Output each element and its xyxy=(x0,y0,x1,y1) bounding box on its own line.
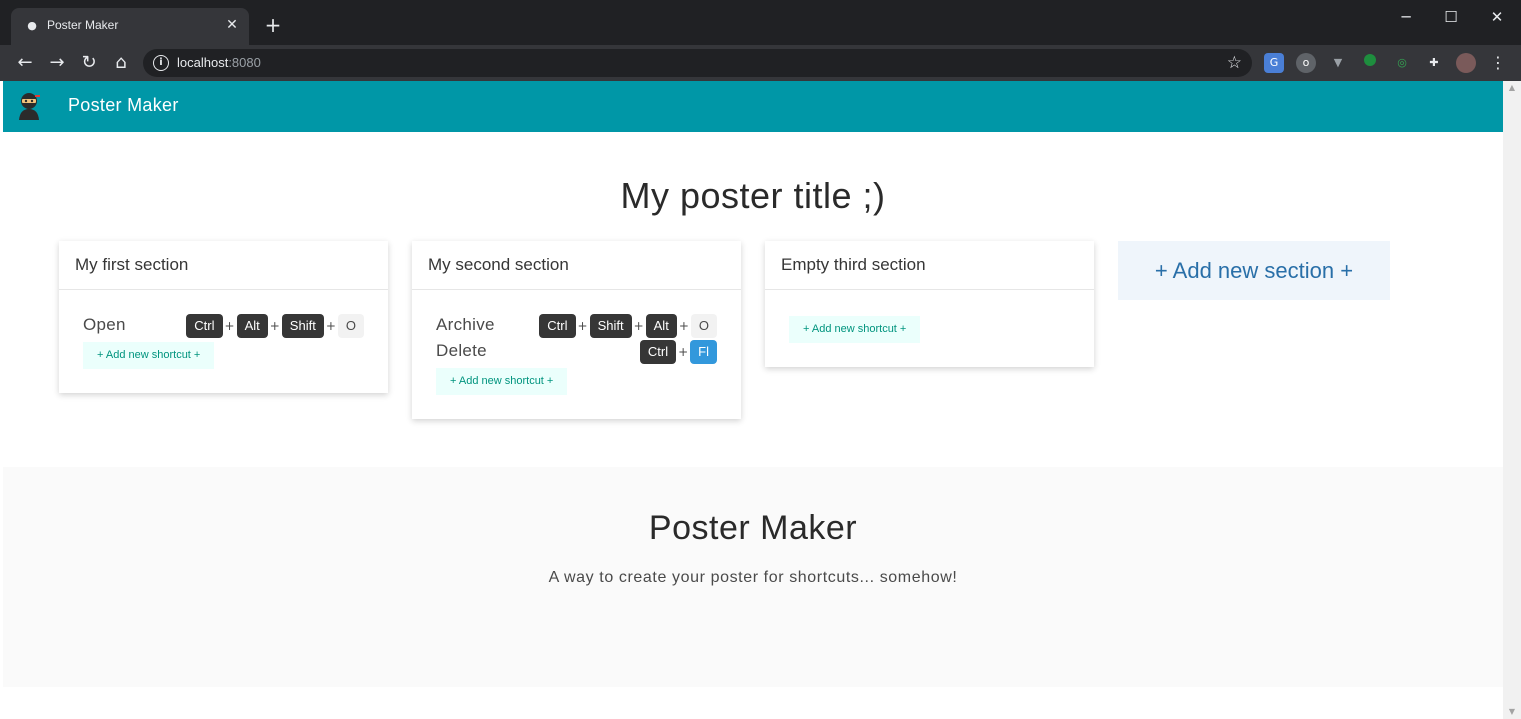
shortcut-label: Delete xyxy=(436,341,487,360)
page-scrollbar[interactable]: ▲ ▼ xyxy=(1503,81,1521,719)
browser-menu-icon[interactable]: ⋮ xyxy=(1488,53,1508,73)
key: Ctrl xyxy=(186,314,223,338)
add-shortcut-button[interactable]: + Add new shortcut + xyxy=(789,316,921,343)
tab-title: Poster Maker xyxy=(47,18,119,32)
scroll-up-icon[interactable]: ▲ xyxy=(1503,81,1521,95)
shortcut-label: Open xyxy=(83,315,126,334)
add-shortcut-button[interactable]: + Add new shortcut + xyxy=(436,368,568,395)
maximize-button[interactable]: ☐ xyxy=(1437,6,1465,28)
forward-icon[interactable]: → xyxy=(44,50,70,76)
reload-icon[interactable]: ↻ xyxy=(76,50,102,76)
footer: Poster Maker A way to create your poster… xyxy=(3,467,1503,687)
url-text: localhost:8080 xyxy=(177,55,261,70)
poster-title[interactable]: My poster title ;) xyxy=(3,175,1503,217)
key: Alt xyxy=(236,314,268,338)
home-icon[interactable]: ⌂ xyxy=(108,50,134,76)
section-card: Empty third section + Add new shortcut + xyxy=(765,241,1094,367)
shortcut-keys: Ctrl + Fl xyxy=(639,340,717,364)
vue-devtools-icon[interactable]: ▼ xyxy=(1328,53,1348,73)
translate-extension-icon[interactable]: G xyxy=(1264,53,1284,73)
browser-toolbar: ← → ↻ ⌂ i localhost:8080 ☆ G o ▼ ◎ ✚ ⋮ xyxy=(0,45,1521,81)
scroll-down-icon[interactable]: ▼ xyxy=(1503,705,1521,719)
key: Shift xyxy=(589,314,632,338)
extension-circle-icon[interactable]: o xyxy=(1296,53,1316,73)
extensions-puzzle-icon[interactable]: ✚ xyxy=(1424,53,1444,73)
footer-title: Poster Maker xyxy=(648,509,858,547)
add-shortcut-button[interactable]: + Add new shortcut + xyxy=(83,342,215,369)
browser-tab[interactable]: ● Poster Maker ✕ xyxy=(11,8,249,45)
shortcut-keys: Ctrl + Alt + Shift + O xyxy=(186,314,364,338)
target-extension-icon[interactable]: ◎ xyxy=(1392,53,1412,73)
close-window-button[interactable]: ✕ xyxy=(1483,6,1511,28)
shortcut-row[interactable]: Open Ctrl + Alt + Shift + O xyxy=(83,314,364,340)
brand-title[interactable]: Poster Maker xyxy=(68,95,179,116)
bookmark-star-icon[interactable]: ☆ xyxy=(1227,52,1242,74)
key: Shift xyxy=(281,314,324,338)
shortcut-row[interactable]: Archive Ctrl + Shift + Alt + O xyxy=(436,314,717,340)
extension-badge-icon[interactable] xyxy=(1360,53,1380,73)
key: O xyxy=(337,314,364,338)
new-tab-button[interactable]: + xyxy=(262,14,284,36)
shortcut-label: Archive xyxy=(436,315,495,334)
key: Fl xyxy=(690,340,717,364)
section-title[interactable]: Empty third section xyxy=(765,241,1094,290)
page-viewport: Poster Maker My poster title ;) My first… xyxy=(3,81,1503,719)
section-card: My first section Open Ctrl + Alt + Shift + … xyxy=(59,241,388,393)
back-icon[interactable]: ← xyxy=(12,50,38,76)
add-section-button[interactable]: + Add new section + xyxy=(1118,241,1390,300)
address-bar[interactable]: i localhost:8080 ☆ xyxy=(143,49,1252,77)
key: Alt xyxy=(645,314,677,338)
section-card: My second section Archive Ctrl + Shift + A… xyxy=(412,241,741,419)
ninja-favicon-icon: ● xyxy=(27,19,37,32)
shortcut-row[interactable]: Delete Ctrl + Fl xyxy=(436,340,717,366)
section-title[interactable]: My first section xyxy=(59,241,388,290)
shortcut-keys: Ctrl + Shift + Alt + O xyxy=(539,314,717,338)
minimize-button[interactable]: ─ xyxy=(1392,6,1420,28)
site-info-icon[interactable]: i xyxy=(153,55,169,71)
app-navbar: Poster Maker xyxy=(3,81,1503,132)
key: Ctrl xyxy=(639,340,677,364)
profile-avatar[interactable] xyxy=(1456,53,1476,73)
section-title[interactable]: My second section xyxy=(412,241,741,290)
key: Ctrl xyxy=(539,314,576,338)
key: O xyxy=(690,314,717,338)
footer-subtitle: A way to create your poster for shortcut… xyxy=(548,569,958,586)
ninja-logo-icon[interactable] xyxy=(16,92,42,120)
section-body: + Add new shortcut + xyxy=(765,290,1094,367)
close-tab-icon[interactable]: ✕ xyxy=(223,16,241,34)
section-body: Open Ctrl + Alt + Shift + O + Add new short… xyxy=(59,290,388,393)
browser-titlebar: ● Poster Maker ✕ + ─ ☐ ✕ xyxy=(0,0,1521,45)
section-body: Archive Ctrl + Shift + Alt + O Delete Ctrl +… xyxy=(412,290,741,419)
